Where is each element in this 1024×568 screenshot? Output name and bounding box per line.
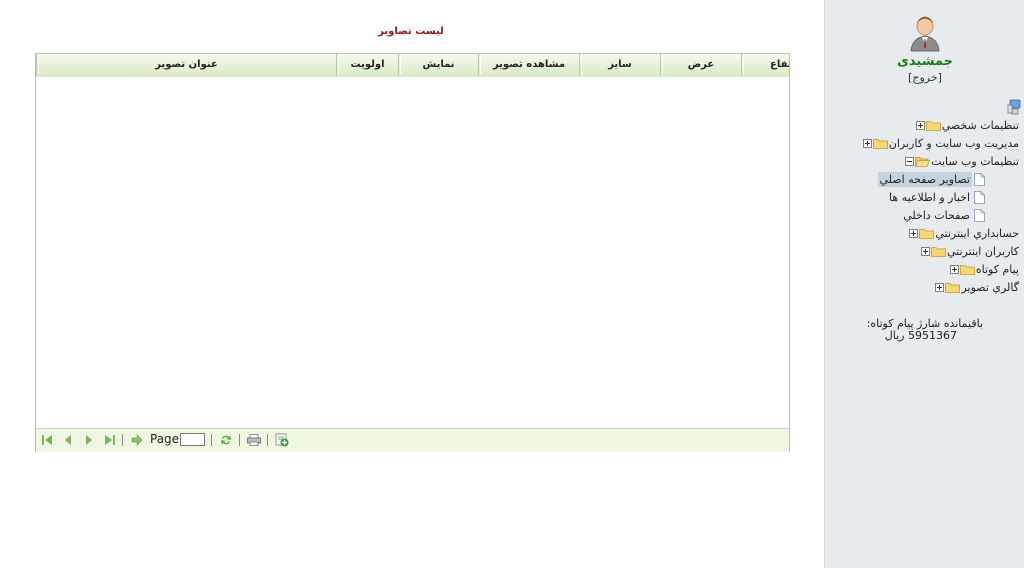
tree-node-image-gallery[interactable]: گالري تصوير [930, 278, 1019, 296]
tree-node-site-settings[interactable]: تنظيمات وب سايت [900, 152, 1019, 170]
prev-page-icon[interactable] [62, 434, 74, 446]
grid-pager: Page [36, 428, 789, 452]
folder-icon [925, 120, 941, 131]
pager-separator [211, 434, 212, 446]
column-header-width[interactable]: عرض [660, 54, 741, 76]
tree-node-label: تنظيمات وب سايت [931, 154, 1019, 168]
last-page-icon[interactable] [104, 434, 116, 446]
pager-separator [239, 434, 240, 446]
tree-node-label: تنظيمات شخصي [941, 118, 1019, 132]
column-header-view-image[interactable]: مشاهده تصوير [478, 54, 579, 76]
folder-open-icon [915, 156, 931, 167]
refresh-icon[interactable] [220, 434, 232, 446]
tree-node-label: كاربران اينترنتي [946, 244, 1019, 258]
expand-toggle[interactable] [949, 264, 959, 274]
tree-leaf-label: صفحات داخلي [903, 208, 970, 222]
computer-icon [1007, 99, 1021, 115]
tree-node-label: پيام كوتاه [975, 262, 1019, 276]
tree-node-sms[interactable]: پيام كوتاه [945, 260, 1019, 278]
page-icon [974, 172, 985, 186]
folder-icon [872, 138, 888, 149]
folder-icon [931, 246, 946, 257]
page-icon [974, 208, 985, 222]
column-header-height[interactable]: ارتفاع [741, 54, 789, 76]
print-icon[interactable] [247, 434, 261, 446]
tree-leaf-news[interactable]: اخبار و اطلاعيه ها [887, 189, 985, 205]
column-header-priority[interactable]: اولويت [336, 54, 398, 76]
username: جمشیدی [896, 54, 954, 69]
folder-icon [919, 228, 935, 239]
logout-link[interactable]: [خروج] [825, 71, 1024, 84]
expand-toggle[interactable] [920, 246, 930, 256]
grid-header: عنوان تصوير اولويت نمايش مشاهده تصوير سا… [36, 54, 789, 78]
pager-separator [122, 434, 123, 446]
grid-body [36, 77, 789, 428]
expand-toggle[interactable] [915, 120, 925, 130]
go-arrow-icon[interactable] [131, 434, 143, 446]
expand-toggle[interactable] [935, 282, 945, 292]
tree-node-online-users[interactable]: كاربران اينترنتي [916, 242, 1019, 260]
folder-icon [959, 264, 975, 275]
folder-icon [945, 282, 961, 293]
tree-node-site-users-management[interactable]: مديريت وب سايت و كاربران [858, 134, 1019, 152]
tree-leaf-home-images[interactable]: تصاوير صفحه اصلي [877, 171, 986, 187]
tree-node-personal-settings[interactable]: تنظيمات شخصي [911, 116, 1019, 134]
tree-node-label: گالري تصوير [961, 280, 1019, 294]
tree-node-online-accounting[interactable]: حسابداري اينترنتي [904, 224, 1019, 242]
tree-leaf-label: اخبار و اطلاعيه ها [889, 190, 970, 204]
first-page-icon[interactable] [41, 434, 53, 446]
user-avatar-icon [910, 16, 940, 52]
page-number-input[interactable] [180, 433, 205, 446]
tree-node-label: مديريت وب سايت و كاربران [888, 136, 1019, 150]
tree-leaf-label: تصاوير صفحه اصلي [877, 171, 972, 187]
expand-toggle[interactable] [862, 138, 872, 148]
page-label: Page [150, 432, 180, 446]
column-header-size[interactable]: سايز [579, 54, 660, 76]
next-page-icon[interactable] [83, 434, 95, 446]
column-header-display[interactable]: نمايش [398, 54, 478, 76]
pager-separator [267, 434, 268, 446]
sms-balance-value: 5951367 ریال [884, 329, 957, 342]
column-header-image-title[interactable]: عنوان تصوير [36, 54, 336, 76]
sidebar: جمشیدی [خروج] تنظيمات شخصي مديريت وب ساي… [824, 0, 1024, 568]
expand-toggle[interactable] [909, 228, 919, 238]
page-icon [974, 190, 985, 204]
collapse-toggle[interactable] [905, 156, 915, 166]
tree-node-label: حسابداري اينترنتي [935, 226, 1019, 240]
page-title: ليست تصاوير [378, 26, 444, 37]
images-grid: عنوان تصوير اولويت نمايش مشاهده تصوير سا… [35, 53, 790, 452]
add-record-icon[interactable] [275, 433, 289, 447]
tree-leaf-internal-pages[interactable]: صفحات داخلي [901, 207, 985, 223]
